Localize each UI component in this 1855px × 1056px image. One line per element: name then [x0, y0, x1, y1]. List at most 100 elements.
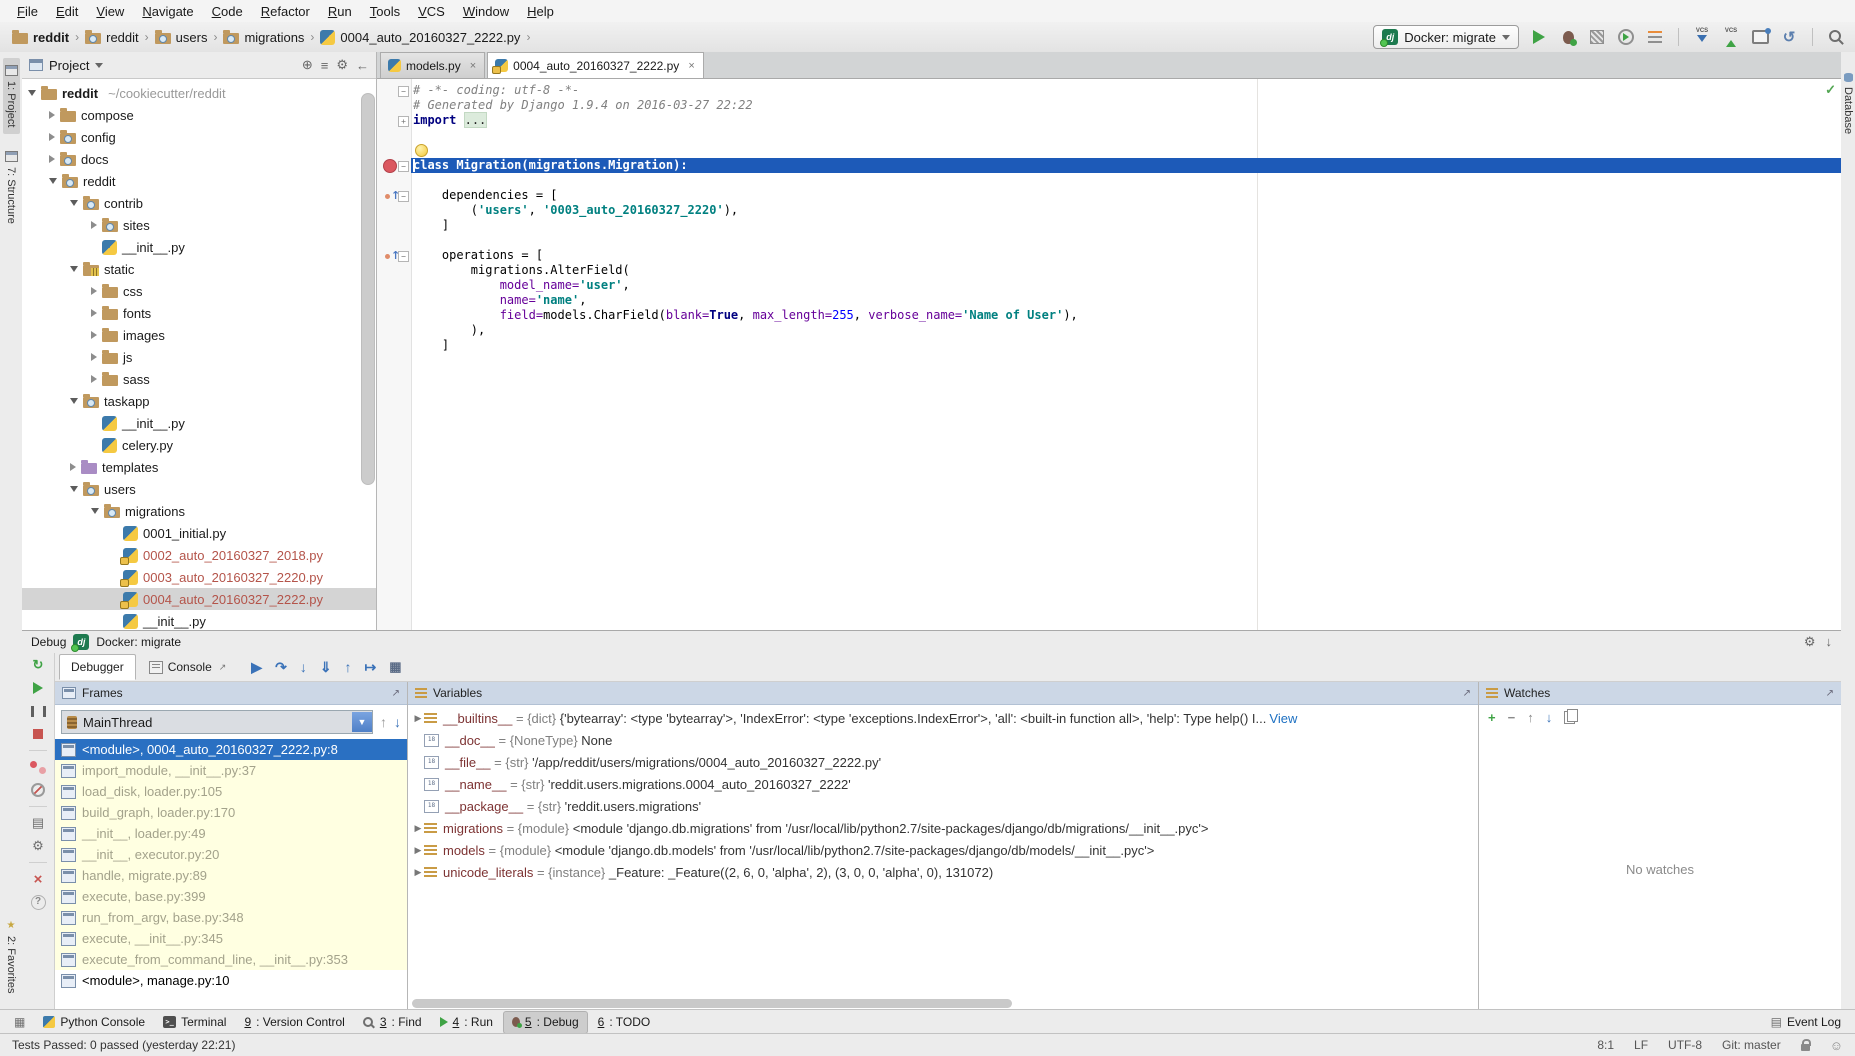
tree-item[interactable]: docs [22, 148, 376, 170]
chevron-collapsed-icon[interactable] [49, 111, 55, 119]
profiler-icon[interactable] [1617, 28, 1635, 46]
code-line[interactable]: ('users', '0003_auto_20160327_2220'), [377, 203, 1841, 218]
code-line[interactable]: ] [377, 218, 1841, 233]
tree-item[interactable]: migrations [22, 500, 376, 522]
breadcrumb-item[interactable]: reddit [83, 30, 141, 45]
code-line[interactable]: ↑− dependencies = [ [377, 188, 1841, 203]
breakpoint-icon[interactable] [383, 159, 397, 173]
chevron-expanded-icon[interactable] [28, 90, 36, 96]
menu-item-help[interactable]: Help [518, 2, 563, 21]
breadcrumb-item[interactable]: migrations [221, 30, 306, 45]
chevron-expanded-icon[interactable] [70, 200, 78, 206]
chevron-collapsed-icon[interactable] [49, 133, 55, 141]
undo-icon[interactable]: ↺ [1780, 28, 1798, 46]
tree-item[interactable]: 0002_auto_20160327_2018.py [22, 544, 376, 566]
code-line[interactable]: ↑− operations = [ [377, 248, 1841, 263]
toolwindow-button-version-control[interactable]: 9: Version Control [236, 1012, 352, 1033]
tree-item[interactable]: 0004_auto_20160327_2222.py [22, 588, 376, 610]
debug-tab-debugger[interactable]: Debugger [59, 654, 136, 680]
editor-body[interactable]: −# -*- coding: utf-8 -*-# Generated by D… [377, 79, 1841, 630]
variable-row[interactable]: ▶unicode_literals = {instance} _Feature:… [408, 861, 1478, 883]
chevron-expanded-icon[interactable] [70, 486, 78, 492]
vcs-push-icon[interactable] [1722, 28, 1740, 46]
step-into-icon[interactable]: ↓ [300, 659, 307, 675]
expand-arrow-icon[interactable]: ▶ [412, 823, 424, 834]
tree-item[interactable]: sites [22, 214, 376, 236]
search-icon[interactable] [1827, 28, 1845, 46]
thread-selector[interactable]: MainThread ▼ [61, 710, 373, 734]
variable-row[interactable]: 18__doc__ = {NoneType} None [408, 729, 1478, 751]
run-to-cursor-icon[interactable]: ↦ [365, 659, 377, 676]
tree-item[interactable]: css [22, 280, 376, 302]
settings-icon[interactable]: ⚙ [336, 57, 348, 73]
chevron-expanded-icon[interactable] [91, 508, 99, 514]
toolwindow-button-todo[interactable]: 6: TODO [590, 1012, 659, 1033]
tree-item[interactable]: sass [22, 368, 376, 390]
float-panel-icon[interactable]: ↗ [392, 688, 400, 699]
stack-frame[interactable]: <module>, manage.py:10 [55, 970, 407, 991]
hide-panel-icon[interactable]: ← [356, 58, 369, 73]
toolwindow-button-run[interactable]: 4: Run [432, 1012, 501, 1033]
code-line[interactable]: migrations.AlterField( [377, 263, 1841, 278]
toolwindow-button-debug[interactable]: 5: Debug [503, 1011, 588, 1034]
run-icon[interactable] [1530, 28, 1548, 46]
copy-icon[interactable] [1564, 711, 1575, 724]
tree-item[interactable]: 0003_auto_20160327_2220.py [22, 566, 376, 588]
fold-collapse-icon[interactable]: − [398, 161, 409, 172]
editor-tab[interactable]: 0004_auto_20160327_2222.py× [487, 52, 704, 78]
status-message[interactable]: Tests Passed: 0 passed (yesterday 22:21) [12, 1038, 235, 1052]
breadcrumb-item[interactable]: users [153, 30, 210, 45]
tree-item[interactable]: reddit ~/cookiecutter/reddit [22, 82, 376, 104]
chevron-collapsed-icon[interactable] [91, 353, 97, 361]
add-watch-icon[interactable]: + [1488, 710, 1496, 725]
toolwindow-button-terminal[interactable]: Terminal [155, 1012, 234, 1033]
tree-item[interactable]: images [22, 324, 376, 346]
help-icon[interactable]: ? [31, 895, 46, 910]
tree-item[interactable]: taskapp [22, 390, 376, 412]
horizontal-scrollbar[interactable] [412, 999, 1012, 1008]
evaluate-expression-icon[interactable]: ▦ [389, 659, 401, 675]
toolwindow-button-python-console[interactable]: Python Console [35, 1012, 153, 1033]
stack-frame[interactable]: import_module, __init__.py:37 [55, 760, 407, 781]
settings-icon[interactable]: ⚙ [30, 839, 46, 853]
variable-row[interactable]: 18__file__ = {str} '/app/reddit/users/mi… [408, 751, 1478, 773]
stripe-tab-1-project[interactable]: 1: Project [3, 58, 20, 134]
stripe-tab-7-structure[interactable]: 7: Structure [3, 144, 20, 231]
tree-item[interactable]: 0001_initial.py [22, 522, 376, 544]
code-line[interactable]: ] [377, 338, 1841, 353]
show-execution-point-icon[interactable]: ▶ [251, 659, 262, 676]
move-up-icon[interactable]: ↑ [1527, 710, 1534, 725]
step-out-icon[interactable]: ↑ [345, 659, 352, 675]
fold-expand-icon[interactable]: + [398, 116, 409, 127]
fold-collapse-icon[interactable]: − [398, 191, 409, 202]
hector-inspector-icon[interactable]: ☺ [1830, 1038, 1843, 1053]
float-panel-icon[interactable]: ↗ [1463, 688, 1471, 699]
breadcrumb-item[interactable]: 0004_auto_20160327_2222.py [318, 30, 522, 45]
variable-row[interactable]: ▶models = {module} <module 'django.db.mo… [408, 839, 1478, 861]
stack-frame[interactable]: load_disk, loader.py:105 [55, 781, 407, 802]
close-icon[interactable]: × [30, 872, 46, 886]
stack-frame[interactable]: execute_from_command_line, __init__.py:3… [55, 949, 407, 970]
stripe-tab-database[interactable]: Database [1840, 66, 1855, 141]
code-line[interactable] [377, 173, 1841, 188]
menu-item-edit[interactable]: Edit [47, 2, 87, 21]
chevron-collapsed-icon[interactable] [91, 309, 97, 317]
view-breakpoints-icon[interactable] [30, 760, 46, 774]
stack-frame[interactable]: build_graph, loader.py:170 [55, 802, 407, 823]
status-file-encoding[interactable]: UTF-8 [1668, 1038, 1702, 1052]
code-line[interactable]: −class Migration(migrations.Migration): [377, 158, 1841, 173]
chevron-collapsed-icon[interactable] [91, 221, 97, 229]
code-line[interactable]: field=models.CharField(blank=True, max_l… [377, 308, 1841, 323]
stripe-tab-2-favorites[interactable]: ★2: Favorites [3, 913, 19, 1000]
project-scrollbar[interactable] [361, 93, 375, 485]
menu-item-file[interactable]: File [8, 2, 47, 21]
lock-icon[interactable] [1801, 1044, 1810, 1051]
collapse-all-icon[interactable]: ≡ [321, 58, 329, 73]
menu-item-refactor[interactable]: Refactor [252, 2, 319, 21]
stack-frame[interactable]: handle, migrate.py:89 [55, 865, 407, 886]
restore-layout-icon[interactable]: ▤ [30, 816, 46, 830]
tree-item[interactable]: __init__.py [22, 236, 376, 258]
settings-icon[interactable]: ⚙ [1804, 634, 1816, 650]
chevron-collapsed-icon[interactable] [49, 155, 55, 163]
code-line[interactable] [377, 233, 1841, 248]
